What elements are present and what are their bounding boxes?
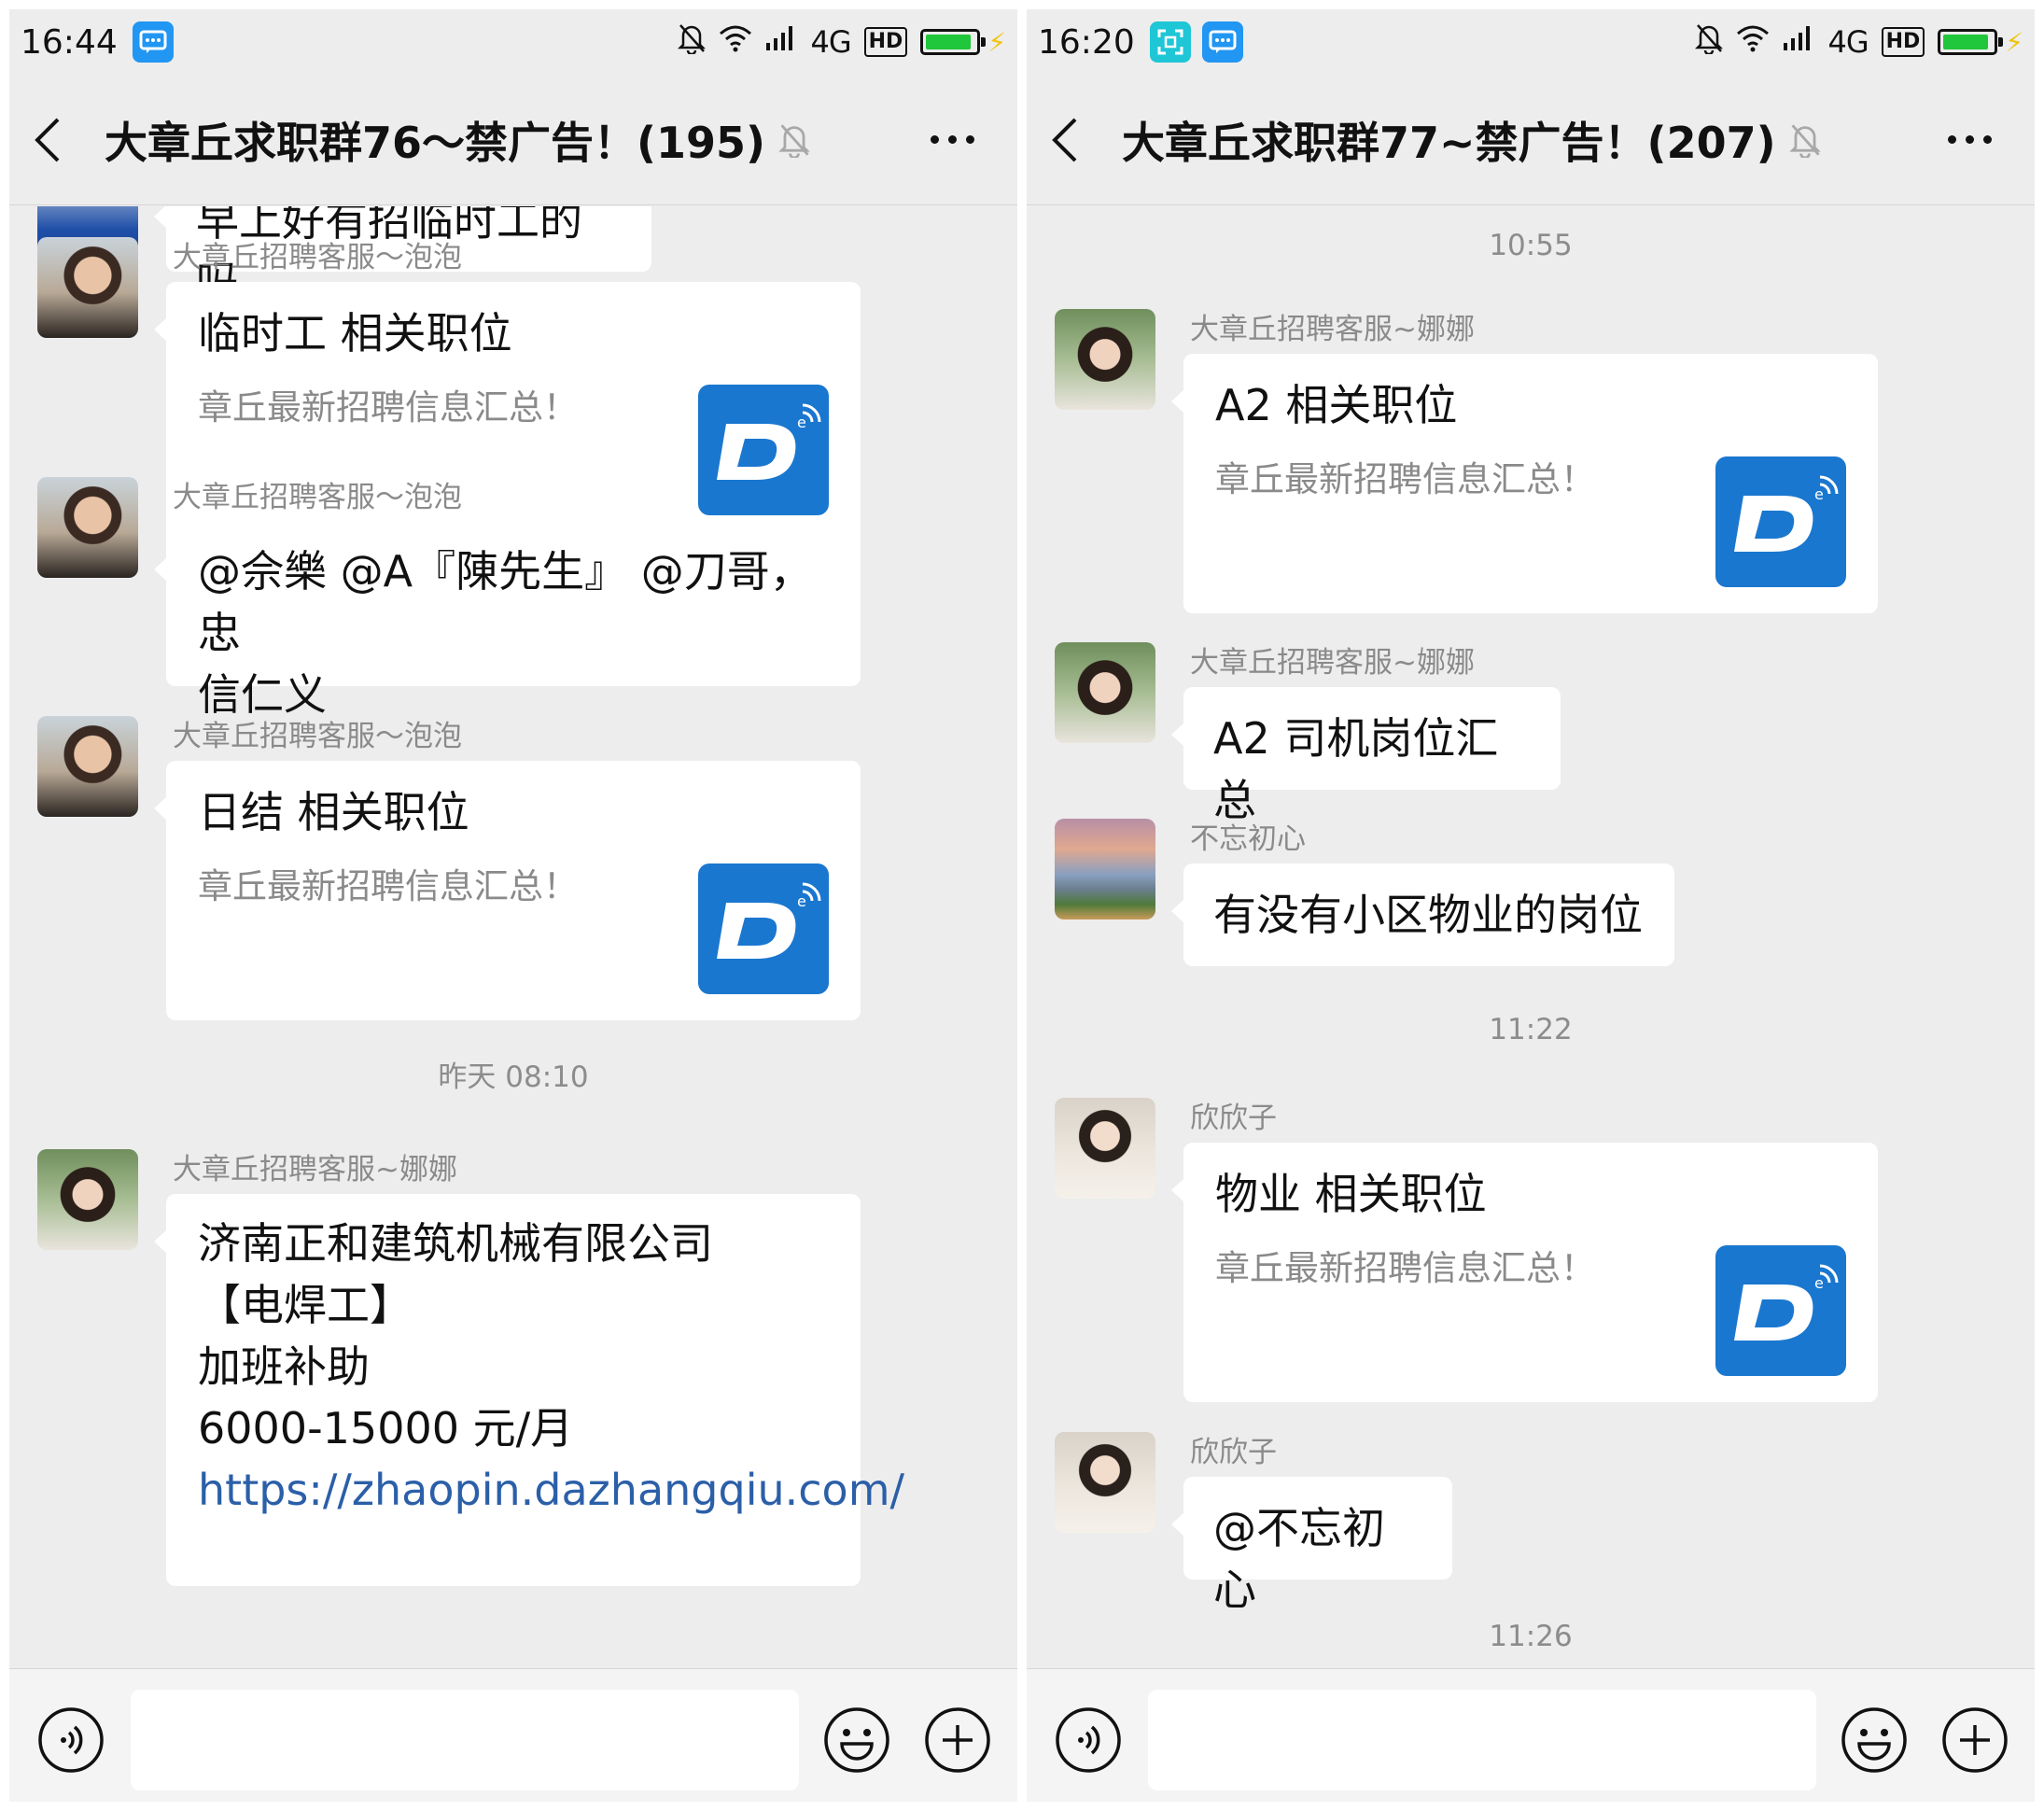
sender-name: 大章丘招聘客服~娜娜	[1190, 646, 1475, 680]
svg-text:e: e	[797, 892, 806, 910]
plus-icon[interactable]	[1941, 1706, 2009, 1777]
message-text: @不忘初心	[1213, 1503, 1385, 1615]
message-bubble[interactable]: 济南正和建筑机械有限公司 【电焊工】 加班补助 6000-15000 元/月 h…	[154, 1194, 904, 1586]
message-text: @佘樂 @A『陳先生』 @刀哥，忠 信仁义	[198, 546, 813, 720]
sender-name: 大章丘招聘客服～泡泡	[173, 241, 462, 274]
avatar[interactable]	[1055, 642, 1155, 743]
message-text: 济南正和建筑机械有限公司 【电焊工】 加班补助 6000-15000 元/月	[198, 1218, 713, 1453]
network-type: 4G	[810, 24, 851, 60]
emoji-icon[interactable]	[1841, 1706, 1908, 1777]
message-app-icon	[1201, 21, 1243, 63]
signal-icon	[1783, 23, 1814, 61]
chat-messages[interactable]: 早上好有招临时工的吗 大章丘招聘客服～泡泡 临时工 相关职位 章丘最新招聘信息汇…	[9, 206, 1017, 1668]
charging-icon: ⚡	[987, 26, 1006, 58]
bell-off-icon	[1695, 22, 1724, 63]
chat-title: 大章丘求职群77~禁广告！(207)	[1122, 117, 1776, 168]
sender-name: 大章丘招聘客服~娜娜	[173, 1153, 457, 1186]
sender-name: 欣欣子	[1190, 1436, 1277, 1469]
emoji-icon[interactable]	[823, 1706, 890, 1777]
charging-icon: ⚡	[2005, 26, 2023, 58]
d-logo-icon: e	[698, 385, 829, 515]
voice-icon[interactable]	[1055, 1706, 1122, 1777]
signal-icon	[765, 23, 797, 61]
avatar[interactable]	[37, 237, 138, 338]
message-input[interactable]	[131, 1690, 799, 1790]
svg-text:e: e	[1814, 485, 1824, 503]
hd-badge: HD	[1881, 27, 1925, 57]
d-logo-icon: e	[1715, 1245, 1846, 1376]
message-bubble[interactable]: A2 司机岗位汇总	[1171, 687, 1561, 825]
screenshot-canvas: 16:44 4G HD ⚡ 大章丘求职群76～禁广告！(195) 早上好有招临时…	[0, 0, 2044, 1811]
avatar[interactable]	[37, 716, 138, 817]
timestamp: 10:55	[1489, 229, 1573, 262]
wifi-icon	[719, 23, 752, 61]
card-title: A2 相关职位	[1215, 380, 1458, 430]
svg-text:e: e	[1814, 1274, 1824, 1292]
chat-header: 大章丘求职群76～禁广告！(195)	[9, 75, 1017, 205]
back-arrow-icon[interactable]	[32, 107, 97, 173]
timestamp: 11:26	[1489, 1620, 1573, 1653]
job-card[interactable]: 物业 相关职位 章丘最新招聘信息汇总！ e	[1171, 1143, 1878, 1402]
battery-icon	[1938, 29, 2004, 55]
more-icon[interactable]	[931, 135, 995, 144]
status-time: 16:20	[1038, 22, 1135, 62]
message-bubble[interactable]: 有没有小区物业的岗位	[1171, 863, 1674, 966]
message-input[interactable]	[1148, 1690, 1816, 1790]
avatar[interactable]	[37, 477, 138, 578]
more-icon[interactable]	[1948, 135, 2012, 144]
message-app-icon	[132, 21, 174, 63]
avatar[interactable]	[1055, 1098, 1155, 1199]
card-title: 临时工 相关职位	[198, 308, 512, 358]
phone-screen-left: 16:44 4G HD ⚡ 大章丘求职群76～禁广告！(195) 早上好有招临时…	[9, 9, 1017, 1802]
avatar[interactable]	[1055, 309, 1155, 410]
avatar[interactable]	[37, 1149, 138, 1250]
scan-app-icon	[1149, 21, 1191, 63]
input-bar	[1027, 1668, 2035, 1802]
status-bar: 16:44 4G HD ⚡	[9, 9, 1017, 75]
status-time: 16:44	[21, 22, 118, 62]
card-title: 日结 相关职位	[198, 787, 469, 837]
message-link[interactable]: https://zhaopin.dazhangqiu.com/	[198, 1459, 904, 1521]
avatar[interactable]	[1055, 819, 1155, 920]
job-card[interactable]: A2 相关职位 章丘最新招聘信息汇总！ e	[1171, 354, 1878, 613]
sender-name: 不忘初心	[1190, 822, 1306, 856]
status-bar: 16:20 4G HD ⚡	[1027, 9, 2035, 75]
avatar[interactable]	[1055, 1432, 1155, 1533]
battery-icon	[920, 29, 987, 55]
bell-off-icon	[678, 22, 707, 63]
back-arrow-icon[interactable]	[1049, 107, 1114, 173]
sender-name: 大章丘招聘客服~娜娜	[1190, 313, 1475, 346]
message-text: A2 司机岗位汇总	[1213, 713, 1499, 825]
timestamp: 昨天 08:10	[438, 1060, 589, 1094]
phone-screen-right: 16:20 4G HD ⚡ 大章丘求职群77~禁广告！(207) 10:55 大…	[1027, 9, 2035, 1802]
sender-name: 欣欣子	[1190, 1102, 1277, 1135]
timestamp: 11:22	[1489, 1013, 1573, 1046]
card-title: 物业 相关职位	[1215, 1169, 1487, 1219]
svg-text:e: e	[797, 414, 806, 431]
chat-messages[interactable]: 10:55 大章丘招聘客服~娜娜 A2 相关职位 章丘最新招聘信息汇总！ e 大…	[1027, 206, 2035, 1668]
voice-icon[interactable]	[37, 1706, 105, 1777]
message-text: 有没有小区物业的岗位	[1213, 890, 1643, 940]
sender-name: 大章丘招聘客服～泡泡	[173, 481, 462, 514]
network-type: 4G	[1827, 24, 1869, 60]
chat-header: 大章丘求职群77~禁广告！(207)	[1027, 75, 2035, 205]
sender-name: 大章丘招聘客服～泡泡	[173, 720, 462, 753]
d-logo-icon: e	[1715, 456, 1846, 587]
message-bubble[interactable]: @佘樂 @A『陳先生』 @刀哥，忠 信仁义	[154, 522, 861, 720]
input-bar	[9, 1668, 1017, 1802]
job-card[interactable]: 日结 相关职位 章丘最新招聘信息汇总！ e	[154, 761, 861, 1020]
chat-title: 大章丘求职群76～禁广告！(195)	[105, 117, 766, 168]
status-icons: 4G HD ⚡	[678, 22, 1006, 63]
plus-icon[interactable]	[924, 1706, 991, 1777]
bell-off-icon	[1788, 122, 1821, 158]
bell-off-icon	[778, 122, 810, 158]
status-icons: 4G HD ⚡	[1695, 22, 2023, 63]
wifi-icon	[1736, 23, 1770, 61]
message-bubble[interactable]: @不忘初心	[1171, 1477, 1452, 1615]
hd-badge: HD	[863, 27, 908, 57]
d-logo-icon: e	[698, 863, 829, 994]
